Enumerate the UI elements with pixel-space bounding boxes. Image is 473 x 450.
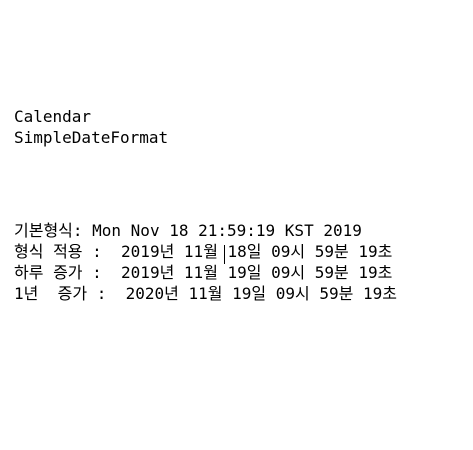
formatted-date-line: 형식 적용 : 2019년 11월 18일 09시 59분 19초 — [14, 242, 393, 261]
simpledateformat-label: SimpleDateFormat — [14, 128, 169, 147]
text-cursor — [224, 245, 225, 264]
day-added-line: 하루 증가 : 2019년 11월 19일 09시 59분 19초 — [14, 263, 393, 282]
default-format-line: 기본형식: Mon Nov 18 21:59:19 KST 2019 — [14, 221, 362, 240]
console-output: 기본형식: Mon Nov 18 21:59:19 KST 2019 형식 적용… — [14, 220, 397, 304]
year-added-line: 1년 증가 : 2020년 11월 19일 09시 59분 19초 — [14, 284, 397, 303]
class-name-lines: Calendar SimpleDateFormat — [14, 106, 168, 148]
calendar-label: Calendar — [14, 107, 92, 126]
